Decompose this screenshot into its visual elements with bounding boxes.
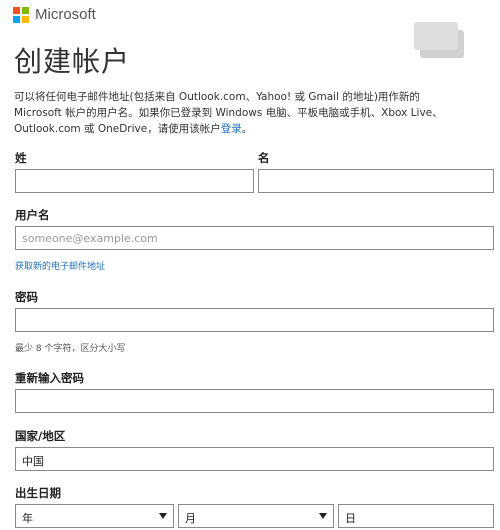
intro-line-2: Microsoft 帐户的用户名。如果你已登录到 Windows 电脑、平板电脑… — [14, 107, 443, 119]
sign-in-link[interactable]: 登录 — [221, 123, 242, 135]
country-label: 国家/地区 — [15, 429, 66, 443]
get-new-email-link[interactable]: 获取新的电子邮件地址 — [15, 259, 105, 272]
password-input[interactable] — [15, 308, 494, 332]
password-hint: 最少 8 个字符，区分大小写 — [15, 344, 126, 354]
password-label: 密码 — [15, 290, 38, 304]
birth-year-select[interactable]: 年 — [15, 504, 174, 528]
page-title: 创建帐户 — [14, 45, 131, 78]
birthdate-label: 出生日期 — [15, 486, 61, 500]
birth-month-text: 月 — [185, 512, 196, 525]
microsoft-logo: Microsoft — [13, 6, 96, 23]
intro-line-3-text: Outlook.com 或 OneDrive，请使用该帐户 — [14, 123, 221, 135]
birth-year-text: 年 — [22, 512, 33, 525]
brand-name: Microsoft — [35, 6, 96, 23]
reenter-password-input[interactable] — [15, 389, 494, 413]
first-name-label: 名 — [258, 151, 270, 165]
intro-line-3: Outlook.com 或 OneDrive，请使用该帐户登录。 — [14, 121, 482, 137]
reenter-password-label: 重新输入密码 — [15, 371, 84, 385]
blurred-image — [414, 22, 458, 50]
first-name-input[interactable] — [258, 169, 494, 193]
chevron-down-icon — [319, 513, 327, 519]
intro-text: 可以将任何电子邮件地址(包括来自 Outlook.com、Yahoo! 或 Gm… — [14, 89, 482, 137]
last-name-input[interactable] — [15, 169, 254, 193]
intro-line-3-end: 。 — [241, 123, 253, 135]
username-label: 用户名 — [15, 208, 50, 222]
username-input[interactable]: someone@example.com — [15, 226, 494, 250]
chevron-down-icon — [159, 513, 167, 519]
birth-day-text: 日 — [345, 512, 356, 525]
intro-line-1: 可以将任何电子邮件地址(包括来自 Outlook.com、Yahoo! 或 Gm… — [14, 91, 420, 103]
country-select[interactable]: 中国 — [15, 447, 494, 471]
last-name-label: 姓 — [15, 151, 27, 165]
birth-month-select[interactable]: 月 — [178, 504, 334, 528]
birth-day-select[interactable]: 日 — [338, 504, 494, 528]
microsoft-logo-icon — [13, 6, 29, 23]
